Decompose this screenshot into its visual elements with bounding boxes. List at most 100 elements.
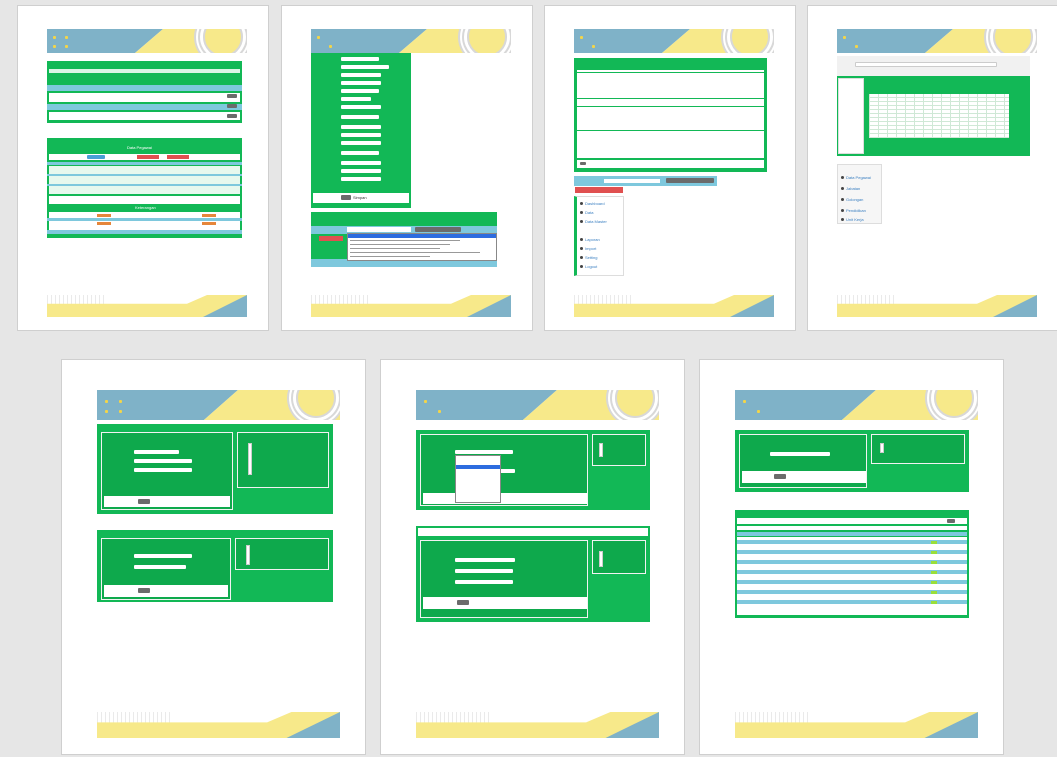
report-toolbar: [574, 176, 717, 186]
form-input[interactable]: [134, 450, 179, 454]
submit-button[interactable]: [341, 195, 351, 200]
form-panel: [735, 430, 969, 492]
form-input[interactable]: [341, 125, 381, 129]
form-input[interactable]: [455, 558, 515, 562]
tab-button-red[interactable]: [167, 155, 189, 159]
page-header-decoration: [311, 29, 511, 53]
form-input[interactable]: [770, 452, 830, 456]
form-input[interactable]: [455, 569, 513, 573]
form-input[interactable]: [134, 459, 192, 463]
submit-button[interactable]: [457, 600, 469, 605]
sidebar-item[interactable]: Dashboard: [585, 201, 605, 206]
page-7: [699, 359, 1004, 755]
menu-item[interactable]: Pendidikan: [846, 208, 866, 213]
form-input[interactable]: [341, 133, 381, 137]
submit-button[interactable]: [138, 499, 150, 504]
sidebar-item[interactable]: Data: [585, 210, 593, 215]
form-input[interactable]: [341, 89, 379, 93]
form-panel: [416, 430, 650, 510]
checkbox[interactable]: [246, 545, 250, 565]
form-input[interactable]: [134, 565, 186, 569]
menu-list: Data Pegawai Jabatan Golongan Pendidikan…: [837, 164, 882, 224]
dropdown-selected[interactable]: [456, 465, 500, 469]
address-bar[interactable]: [855, 62, 997, 67]
tab-button-red[interactable]: [137, 155, 159, 159]
checkbox[interactable]: [880, 443, 884, 453]
form-input[interactable]: [341, 73, 381, 77]
row-action[interactable]: [931, 541, 937, 544]
form-input[interactable]: [341, 161, 381, 165]
search-button[interactable]: [947, 519, 955, 523]
page-3: Dashboard Data Data Master Laporan Impor…: [544, 5, 796, 331]
print-button[interactable]: [666, 178, 714, 183]
small-button[interactable]: [580, 162, 586, 165]
menu-item[interactable]: Jabatan: [846, 186, 860, 191]
form-panel-2: [416, 526, 650, 622]
page-2: Simpan: [281, 5, 533, 331]
form-input[interactable]: [341, 97, 371, 101]
tab-button[interactable]: [87, 155, 105, 159]
export-button[interactable]: [575, 187, 623, 193]
form-input[interactable]: [341, 57, 379, 61]
form-input[interactable]: [341, 141, 381, 145]
checkbox[interactable]: [599, 443, 603, 457]
sidebar-item[interactable]: Setting: [585, 255, 597, 260]
submit-button[interactable]: [774, 474, 786, 479]
form-input[interactable]: [341, 177, 381, 181]
row-action[interactable]: [931, 571, 937, 574]
form-input[interactable]: [341, 151, 379, 155]
page-header-decoration: [416, 390, 659, 420]
section-label: Keterangan: [135, 205, 156, 210]
submit-label: Simpan: [353, 195, 367, 200]
letter-panel: [574, 58, 767, 172]
action-button[interactable]: [227, 94, 237, 98]
form-input[interactable]: [341, 65, 389, 69]
page-5: [61, 359, 366, 755]
submit-button[interactable]: [138, 588, 150, 593]
form-input[interactable]: [455, 580, 513, 584]
dropdown-list[interactable]: [455, 455, 501, 503]
page-1: Data Pegawai Keterangan: [17, 5, 269, 331]
checkbox[interactable]: [599, 551, 603, 567]
menu-item[interactable]: Unit Kerja: [846, 217, 864, 222]
row-action[interactable]: [931, 591, 937, 594]
form-input[interactable]: [134, 554, 192, 558]
sidebar-item[interactable]: Data Master: [585, 219, 607, 224]
form-input[interactable]: [455, 450, 513, 454]
data-grid: [869, 94, 1009, 138]
page-header-decoration: [47, 29, 247, 53]
form-input[interactable]: [341, 81, 381, 85]
select-box[interactable]: [347, 227, 411, 232]
print-button[interactable]: [415, 227, 461, 232]
sidebar-item[interactable]: Logout: [585, 264, 597, 269]
action-button[interactable]: [227, 104, 237, 108]
export-button[interactable]: [319, 236, 343, 241]
form-panel-2: [97, 530, 333, 602]
form-input[interactable]: [341, 105, 381, 109]
sidebar-item[interactable]: Import: [585, 246, 596, 251]
dropdown-selected[interactable]: [348, 234, 496, 238]
row-action[interactable]: [931, 561, 937, 564]
row-action[interactable]: [931, 551, 937, 554]
menu-item[interactable]: Golongan: [846, 197, 863, 202]
page-header-decoration: [837, 29, 1037, 53]
browser-screenshot: [837, 56, 1030, 156]
form-input[interactable]: [341, 115, 379, 119]
page-6: [380, 359, 685, 755]
form-input[interactable]: [134, 468, 192, 472]
page-footer-decoration: [97, 712, 340, 738]
row-action[interactable]: [931, 601, 937, 604]
checkbox[interactable]: [248, 443, 252, 475]
form-panel: [97, 424, 333, 514]
sidebar-item[interactable]: Laporan: [585, 237, 600, 242]
select-box[interactable]: [604, 179, 660, 183]
page-footer-decoration: [735, 712, 978, 738]
action-button[interactable]: [227, 114, 237, 118]
page-footer-decoration: [47, 295, 247, 317]
row-action[interactable]: [931, 581, 937, 584]
report-select-panel: [311, 212, 497, 267]
page-footer-decoration: [837, 295, 1037, 317]
menu-item[interactable]: Data Pegawai: [846, 175, 871, 180]
dropdown-list[interactable]: [347, 233, 497, 261]
form-input[interactable]: [341, 169, 381, 173]
